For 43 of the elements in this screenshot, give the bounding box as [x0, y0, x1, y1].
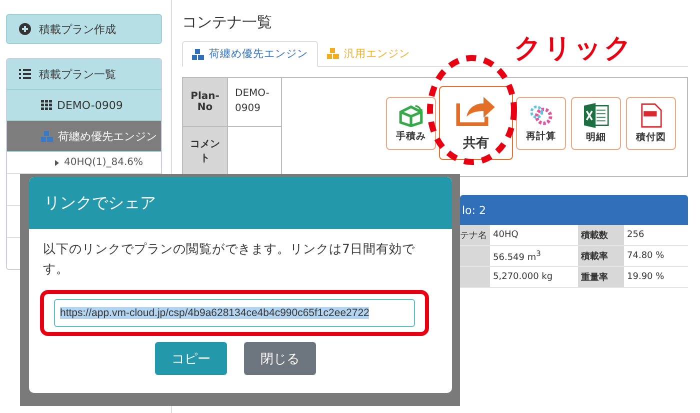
grid-icon [41, 100, 52, 110]
boxes-icon [41, 130, 53, 142]
action-button[interactable]: 再計算 [516, 96, 566, 150]
click-annotation: クリック [514, 32, 634, 66]
document-icon [640, 102, 662, 128]
gears-icon [528, 104, 554, 126]
close-button[interactable]: 閉じる [244, 342, 316, 375]
dialog-title: リンクでシェア [44, 192, 156, 214]
row-header: Plan-No [183, 78, 228, 126]
url-field[interactable]: https://app.vm-cloud.jp/csp/4b9a628134ce4b4c990c65f1c2ee2722 [54, 299, 415, 327]
plus-circle-icon [19, 23, 31, 35]
create-plan-button[interactable]: 積載プラン作成 [6, 14, 162, 44]
table-cell-text: 74.80 % [626, 250, 666, 263]
table-cell-text: 19.90 % [626, 271, 666, 284]
action-button[interactable]: 明細 [571, 96, 621, 150]
table-cell-text: 56.549 m$^{3}$ [492, 248, 542, 265]
action-button[interactable]: 共有 [439, 86, 513, 160]
table-cell: DEMO-0909 [235, 88, 270, 114]
plan-list-title: 積載プラン一覧 [39, 66, 116, 82]
tree-item-label: 40HQ(1)_84.6% [64, 157, 144, 168]
row-header: コメント [183, 127, 228, 175]
table-cell-text: 256 [626, 229, 646, 242]
panel-header: lo: 2 [460, 195, 688, 225]
list-icon [19, 69, 31, 79]
dialog-message: 以下のリンクでプランの閲覧ができます。リンクは7日間有効です。 [43, 240, 416, 278]
label-cell: 積載数 [578, 225, 624, 245]
label-cell: 重量率 [578, 267, 624, 287]
sidebar-item[interactable]: DEMO-0909 [7, 90, 161, 121]
action-button[interactable]: 積付図 [626, 96, 676, 150]
page-title: コンテナ一覧 [182, 13, 273, 33]
label-cell: 積載率 [578, 246, 624, 266]
label-cell: テナ名 [460, 225, 490, 245]
expander-icon[interactable] [55, 160, 59, 166]
action-button[interactable]: 手積み [386, 96, 436, 150]
box-icon [398, 104, 424, 126]
table-cell-text: 5,270.000 kg [492, 271, 554, 284]
share-icon [455, 94, 497, 126]
boxes-icon [192, 48, 204, 60]
spreadsheet-icon [584, 102, 608, 128]
table-cell-text: 40HQ [492, 229, 520, 242]
tab[interactable]: 荷纏め優先エンジン [182, 41, 318, 67]
boxes-icon [327, 48, 339, 59]
sidebar-item[interactable]: 荷纏め優先エンジン [7, 121, 161, 152]
